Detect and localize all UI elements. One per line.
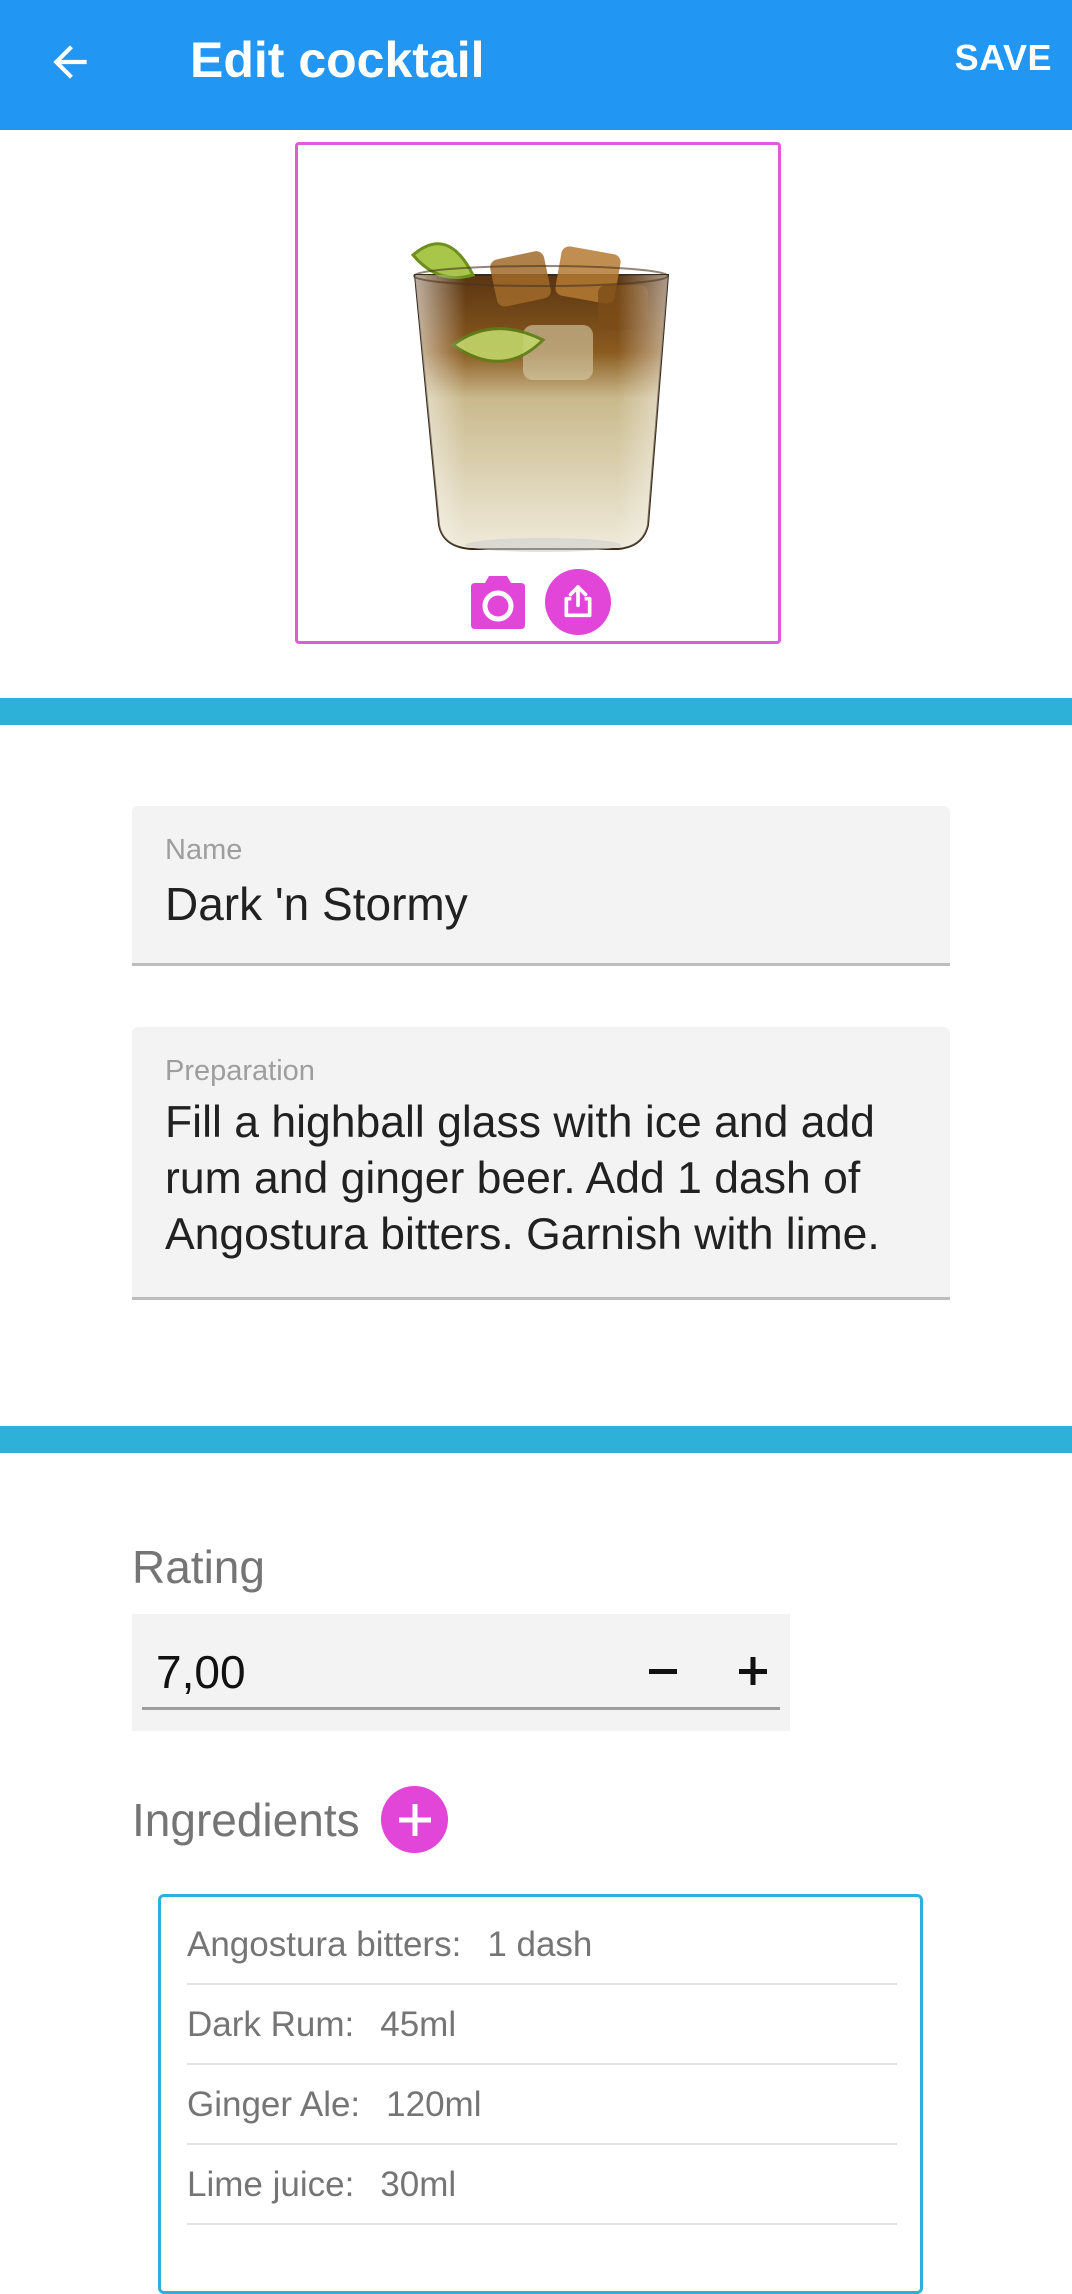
ingredient-name: Lime juice: (187, 2165, 355, 2204)
plus-circle-icon (398, 1803, 431, 1836)
ingredient-row[interactable]: Lime juice: 30ml (187, 2145, 897, 2225)
preparation-field[interactable]: Preparation Fill a highball glass with i… (132, 1027, 950, 1300)
rating-decrement-button[interactable] (628, 1638, 698, 1704)
ingredient-amount: 30ml (380, 2165, 457, 2204)
add-ingredient-button[interactable] (381, 1786, 448, 1853)
ingredient-name: Dark Rum: (187, 2005, 355, 2044)
minus-icon (649, 1669, 677, 1674)
name-value: Dark 'n Stormy (165, 878, 468, 930)
camera-icon (471, 576, 525, 629)
preparation-label: Preparation (165, 1055, 315, 1087)
arrow-left-icon (53, 45, 87, 79)
share-button[interactable] (545, 569, 611, 635)
ingredient-amount: 1 dash (487, 1925, 593, 1964)
ingredient-name: Ginger Ale: (187, 2085, 361, 2124)
rating-heading: Rating (132, 1541, 265, 1593)
section-divider (0, 1426, 1072, 1453)
ingredients-heading: Ingredients (132, 1794, 360, 1846)
name-label: Name (165, 834, 243, 866)
ingredients-list: Angostura bitters: 1 dash Dark Rum: 45ml G… (158, 1894, 923, 2294)
ingredient-row[interactable]: Angostura bitters: 1 dash (187, 1905, 897, 1985)
back-button[interactable] (30, 22, 110, 102)
plus-icon (739, 1657, 767, 1685)
preparation-value: Fill a highball glass with ice and add r… (165, 1098, 880, 1259)
rating-input[interactable]: 7,00 (142, 1634, 780, 1710)
rating-value: 7,00 (156, 1646, 246, 1698)
ingredient-name: Angostura bitters: (187, 1925, 462, 1964)
app-bar: Edit cocktail SAVE (0, 0, 1072, 130)
ingredient-amount: 120ml (386, 2085, 482, 2124)
photo-actions (298, 569, 778, 635)
rating-increment-button[interactable] (718, 1638, 788, 1704)
ingredient-row[interactable]: Ginger Ale: 120ml (187, 2065, 897, 2145)
section-divider (0, 698, 1072, 725)
name-field[interactable]: Name Dark 'n Stormy (132, 806, 950, 966)
page-title: Edit cocktail (190, 32, 485, 88)
rating-stepper: 7,00 (132, 1614, 790, 1731)
share-icon (564, 585, 592, 618)
ingredient-amount: 45ml (380, 2005, 457, 2044)
save-button[interactable]: SAVE (947, 30, 1060, 86)
cocktail-photo (410, 242, 670, 552)
ingredient-row[interactable]: Dark Rum: 45ml (187, 1985, 897, 2065)
cocktail-photo-frame (295, 142, 781, 644)
camera-button[interactable] (465, 572, 531, 632)
